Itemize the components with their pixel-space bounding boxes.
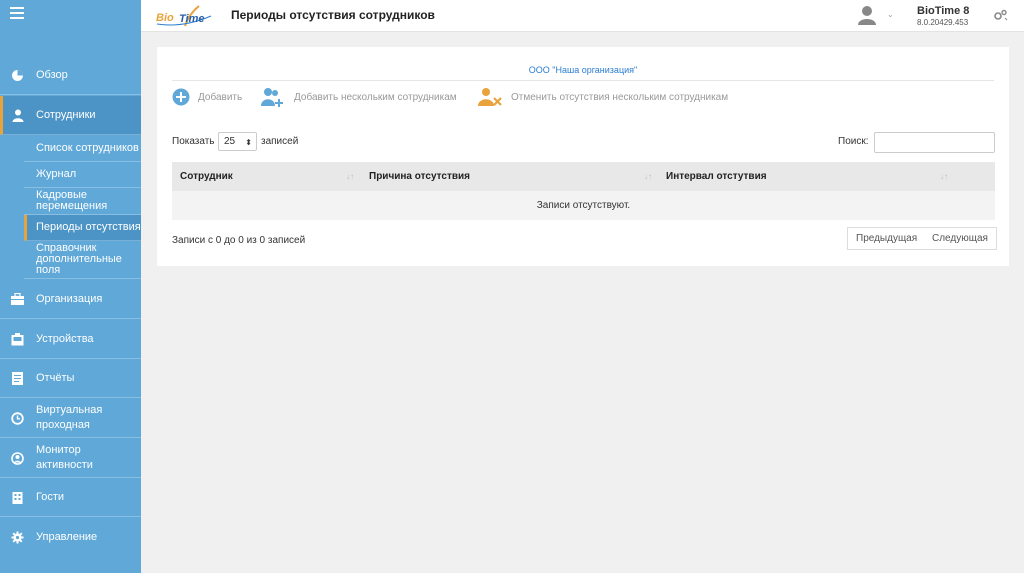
column-reason[interactable]: Причина отсутствия: [369, 162, 470, 191]
divider: [172, 80, 994, 81]
biotime-logo[interactable]: Bio Time: [155, 4, 213, 28]
content-card: ООО "Наша организация" Добавить Добавить…: [157, 47, 1009, 266]
device-icon: [11, 332, 24, 346]
sort-icon[interactable]: ↓↑: [346, 162, 354, 191]
table-info: Записи с 0 до 0 из 0 записей: [172, 235, 306, 246]
user-avatar-icon[interactable]: [857, 5, 877, 25]
add-users-icon: [261, 88, 283, 107]
briefcase-icon: [11, 293, 24, 306]
user-icon: [11, 109, 24, 122]
next-page-button[interactable]: Следующая: [924, 227, 997, 250]
sidebar-item-employees[interactable]: Сотрудники: [0, 96, 141, 135]
sort-icon[interactable]: ↓↑: [940, 162, 948, 191]
sub-item-transfers[interactable]: Кадровые перемещения: [24, 188, 141, 215]
building-icon: [11, 491, 24, 504]
empty-table-row: Записи отсутствуют.: [172, 191, 995, 220]
page-size-select[interactable]: 25 ⬍: [218, 132, 257, 151]
sub-item-absence-periods[interactable]: Периоды отсутствия: [24, 215, 141, 241]
plus-circle-icon: [172, 88, 190, 106]
sub-item-custom-fields[interactable]: Справочник дополнительные поля: [24, 241, 141, 279]
pie-chart-icon: [11, 69, 24, 82]
clock-icon: [11, 411, 24, 425]
sidebar-item-overview[interactable]: Обзор: [0, 57, 141, 95]
add-multiple-button[interactable]: Добавить нескольким сотрудникам: [261, 87, 457, 107]
logo-text-bio: Bio: [156, 12, 174, 24]
search-label: Поиск:: [838, 136, 869, 147]
sub-item-employee-list[interactable]: Список сотрудников: [24, 136, 141, 162]
sidebar-item-virtual-checkpoint[interactable]: Виртуальная проходная: [0, 399, 141, 438]
column-employee[interactable]: Сотрудник: [180, 162, 233, 191]
sidebar-item-guests[interactable]: Гости: [0, 479, 141, 517]
chevron-down-icon[interactable]: ⌄: [887, 10, 894, 19]
records-label: записей: [261, 136, 299, 147]
sidebar: Обзор Сотрудники Список сотрудников Журн…: [0, 0, 141, 573]
monitor-user-icon: [11, 451, 24, 465]
select-caret-icon: ⬍: [245, 138, 252, 147]
sidebar-item-management[interactable]: Управление: [0, 518, 141, 557]
previous-page-button[interactable]: Предыдущая: [847, 227, 927, 250]
table-header: Сотрудник ↓↑ Причина отсутствия ↓↑ Интер…: [172, 162, 995, 191]
gear-icon: [11, 531, 24, 544]
sidebar-item-activity-monitor[interactable]: Монитор активности: [0, 439, 141, 478]
sidebar-item-devices[interactable]: Устройства: [0, 320, 141, 359]
show-label: Показать: [172, 136, 215, 147]
sub-item-journal[interactable]: Журнал: [24, 162, 141, 188]
app-name: BioTime 8: [917, 5, 970, 17]
logo-text-time: Time: [179, 13, 204, 25]
sort-icon[interactable]: ↓↑: [644, 162, 652, 191]
sidebar-item-reports[interactable]: Отчёты: [0, 360, 141, 398]
page-title: Периоды отсутствия сотрудников: [231, 8, 435, 22]
column-interval[interactable]: Интервал отстутвия: [666, 162, 767, 191]
top-bar: Bio Time Периоды отсутствия сотрудников …: [141, 0, 1024, 32]
sidebar-item-organization[interactable]: Организация: [0, 280, 141, 319]
remove-user-icon: [478, 88, 502, 106]
menu-icon[interactable]: [10, 7, 24, 19]
app-version: 8.0.20429.453: [917, 18, 969, 27]
organization-link[interactable]: ООО "Наша организация": [157, 65, 1009, 75]
cancel-multiple-button[interactable]: Отменить отсутствия нескольким сотрудник…: [477, 87, 728, 107]
add-button[interactable]: Добавить: [172, 87, 242, 107]
report-icon: [11, 372, 24, 385]
search-input[interactable]: [874, 132, 995, 153]
settings-gears-icon[interactable]: [994, 9, 1008, 21]
